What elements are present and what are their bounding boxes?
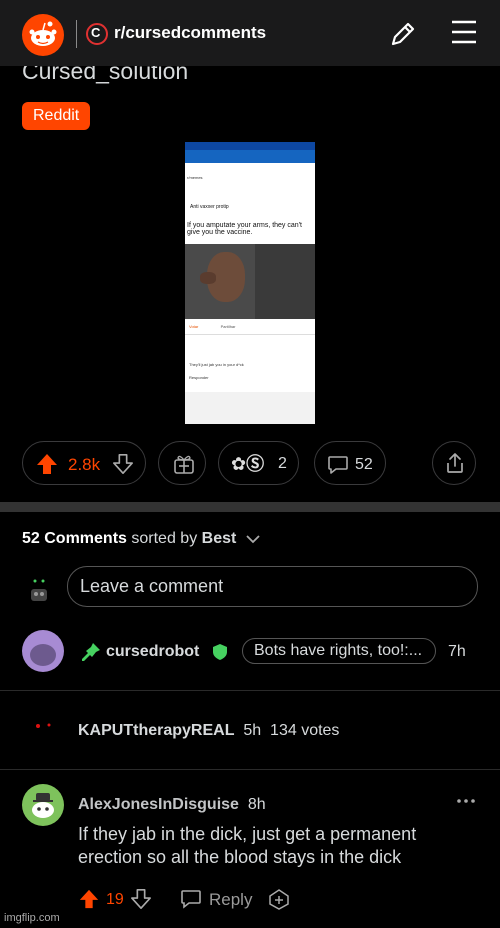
comment-time: 7h: [448, 643, 466, 660]
downvote-icon[interactable]: [130, 888, 152, 910]
avatar[interactable]: [22, 630, 64, 672]
comment-time: 5h: [243, 722, 262, 739]
avatar: [36, 723, 51, 728]
avatar[interactable]: [22, 784, 64, 826]
moderator-shield-icon: [213, 644, 227, 660]
vote-control: 2.8k: [22, 441, 146, 485]
header-divider: [76, 20, 77, 48]
watermark: imgflip.com: [4, 912, 60, 924]
sorted-by-label: sorted by: [131, 530, 198, 547]
comment-kaputtherapyreal-collapsed[interactable]: KAPUTtherapyREAL 5h 134 votes: [0, 708, 500, 752]
comment-input[interactable]: Leave a comment: [67, 566, 478, 607]
image-header-text: r/memes: [187, 175, 203, 180]
comment-author[interactable]: AlexJonesInDisguise: [78, 796, 239, 813]
sort-dropdown[interactable]: Best: [202, 530, 237, 547]
comment-actions: 19 Reply: [78, 886, 478, 912]
downvote-icon[interactable]: [112, 453, 134, 475]
subreddit-name[interactable]: r/cursedcomments: [114, 23, 266, 43]
image-bottom-bar: [185, 392, 315, 424]
upvote-icon[interactable]: [78, 888, 100, 910]
image-status-bar: [185, 142, 315, 150]
comments-count: 52: [355, 456, 373, 473]
comment-divider: [0, 690, 500, 691]
image-comment: They'll just jab you in your d*ck: [189, 362, 244, 367]
comment-body: If they jab in the dick, just get a perm…: [78, 824, 417, 867]
pencil-icon[interactable]: [388, 19, 418, 49]
top-bar: C r/cursedcomments: [0, 0, 500, 66]
comment-divider: [0, 769, 500, 770]
reply-icon[interactable]: [180, 889, 202, 909]
reply-button[interactable]: Reply: [209, 890, 252, 910]
collapsed-comment-meta: KAPUTtherapyREAL 5h 134 votes: [78, 722, 339, 740]
awards-icon: ✿Ⓢ: [231, 454, 265, 475]
comment-cursedrobot: cursedrobot Bots have rights, too!:... 7…: [0, 626, 500, 676]
awards-button[interactable]: ✿Ⓢ 2: [218, 441, 299, 485]
image-nav-bar: [185, 150, 315, 163]
menu-icon[interactable]: [450, 18, 478, 46]
give-award-button[interactable]: [158, 441, 206, 485]
comments-button[interactable]: 52: [314, 441, 386, 485]
comment-alexjonesindisguise: AlexJonesInDisguise 8h If they jab in th…: [0, 780, 500, 920]
comment-score: 19: [106, 891, 124, 908]
comment-icon: [328, 456, 348, 474]
user-flair: Bots have rights, too!:...: [242, 638, 436, 664]
image-post-title: Anti vaxxer protip: [190, 204, 229, 210]
comments-count-label: 52 Comments: [22, 530, 127, 547]
comment-author[interactable]: cursedrobot: [106, 643, 199, 661]
post-image[interactable]: r/memes Anti vaxxer protip If you amputa…: [185, 142, 315, 424]
image-post-text: If you amputate your arms, they can't gi…: [187, 222, 302, 236]
awards-count: 2: [278, 455, 287, 472]
post-flair[interactable]: Reddit: [22, 102, 91, 130]
comments-sort-row: 52 Comments sorted by Best: [22, 530, 261, 548]
chevron-down-icon[interactable]: [245, 533, 261, 545]
gift-icon: [174, 455, 194, 474]
comment-time: 8h: [247, 796, 266, 813]
subreddit-icon[interactable]: C: [86, 23, 108, 45]
pin-icon: [82, 643, 100, 661]
upvote-icon[interactable]: [35, 452, 59, 476]
award-icon[interactable]: [268, 888, 290, 910]
comment-meta: AlexJonesInDisguise 8h: [78, 796, 266, 814]
more-options-icon[interactable]: [456, 798, 476, 804]
share-button[interactable]: [432, 441, 476, 485]
section-divider: [0, 502, 500, 512]
vote-count: 2.8k: [68, 455, 101, 474]
reddit-logo-icon[interactable]: [22, 14, 64, 56]
share-icon: [447, 453, 463, 473]
comment-author[interactable]: KAPUTtherapyREAL: [78, 722, 234, 739]
image-actions: Votar Partilhar: [189, 324, 236, 329]
comment-votes: 134 votes: [270, 722, 340, 739]
image-reply: Responder: [189, 375, 209, 380]
user-avatar[interactable]: [27, 578, 51, 604]
image-meme-photo: [185, 244, 315, 319]
